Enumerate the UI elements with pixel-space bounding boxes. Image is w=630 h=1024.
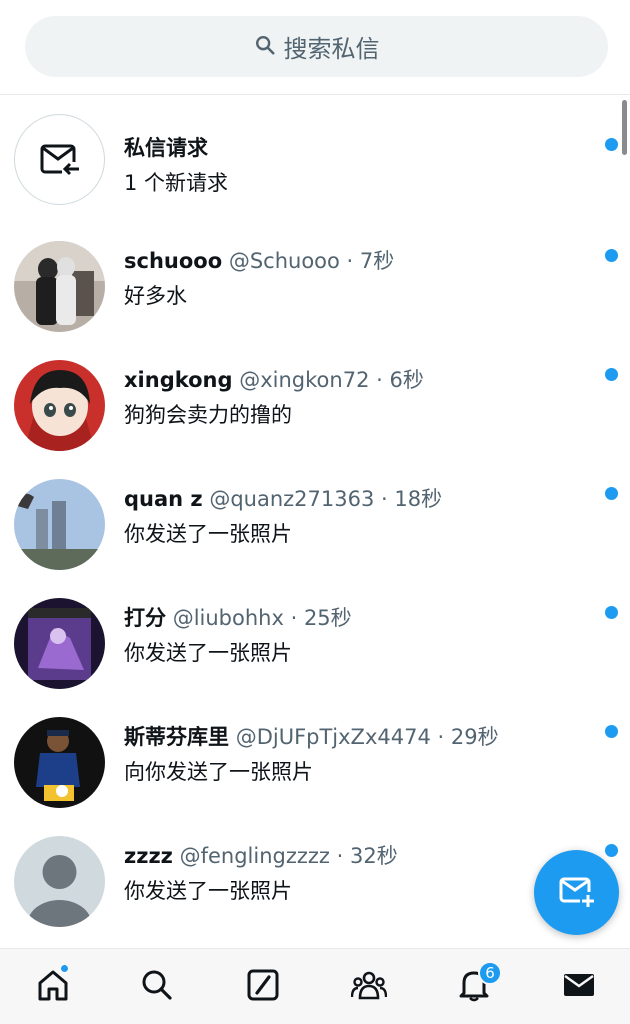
tab-explore[interactable] — [137, 967, 177, 1007]
sender-handle: @quanz271363 — [209, 487, 375, 511]
separator: · — [339, 249, 360, 273]
message-preview: 好多水 — [124, 284, 187, 308]
conversation-text: xingkong @xingkon72 · 6秒 狗狗会卖力的撸的 — [124, 364, 590, 429]
home-new-indicator — [60, 964, 69, 973]
timestamp: 32秒 — [349, 844, 398, 868]
avatar[interactable] — [14, 360, 105, 451]
avatar[interactable] — [14, 479, 105, 570]
request-subtitle: 1 个新请求 — [124, 171, 229, 195]
message-preview: 狗狗会卖力的撸的 — [124, 403, 292, 427]
separator: · — [283, 606, 304, 630]
tab-grok[interactable] — [243, 967, 283, 1007]
message-requests-row[interactable]: 私信请求 1 个新请求 — [0, 96, 630, 214]
search-input[interactable]: 搜索私信 — [25, 16, 608, 77]
sender-name: quan z — [124, 487, 203, 511]
timestamp: 7秒 — [359, 249, 395, 273]
separator: · — [369, 368, 390, 392]
conversation-row[interactable]: xingkong @xingkon72 · 6秒 狗狗会卖力的撸的 — [0, 356, 630, 474]
unread-indicator — [605, 138, 618, 151]
new-message-icon — [558, 872, 596, 914]
unread-indicator — [605, 606, 618, 619]
unread-indicator — [605, 844, 618, 857]
message-preview: 向你发送了一张照片 — [124, 760, 313, 784]
mail-request-icon — [14, 114, 105, 205]
search-header: 搜索私信 — [0, 0, 630, 95]
explore-icon — [139, 967, 175, 1007]
conversation-text: 打分 @liubohhx · 25秒 你发送了一张照片 — [124, 602, 590, 667]
sender-handle: @liubohhx — [172, 606, 284, 630]
bottom-tab-bar: 6 — [0, 948, 630, 1024]
sender-name: schuooo — [124, 249, 223, 273]
sender-handle: @Schuooo — [228, 249, 340, 273]
tab-messages[interactable] — [559, 967, 599, 1007]
message-preview: 你发送了一张照片 — [124, 522, 292, 546]
tab-home[interactable] — [33, 964, 73, 1007]
avatar[interactable] — [14, 241, 105, 332]
search-icon — [254, 34, 276, 60]
conversation-row[interactable]: quan z @quanz271363 · 18秒 你发送了一张照片 — [0, 475, 630, 593]
separator: · — [329, 844, 350, 868]
avatar[interactable] — [14, 598, 105, 689]
sender-name: xingkong — [124, 368, 233, 392]
conversation-row[interactable]: 打分 @liubohhx · 25秒 你发送了一张照片 — [0, 594, 630, 712]
tab-notifications[interactable]: 6 — [454, 961, 502, 1007]
request-text: 私信请求 1 个新请求 — [124, 132, 590, 197]
home-icon — [35, 967, 71, 1007]
unread-indicator — [605, 368, 618, 381]
sender-handle: @xingkon72 — [239, 368, 370, 392]
timestamp: 25秒 — [303, 606, 352, 630]
avatar[interactable] — [14, 717, 105, 808]
avatar[interactable] — [14, 836, 105, 927]
conversation-text: 斯蒂芬库里 @DjUFpTjxZx4474 · 29秒 向你发送了一张照片 — [124, 721, 590, 786]
sender-name: 斯蒂芬库里 — [124, 725, 229, 749]
sender-name: 打分 — [124, 606, 166, 630]
sender-handle: @DjUFpTjxZx4474 — [235, 725, 431, 749]
unread-indicator — [605, 487, 618, 500]
messages-icon — [561, 967, 597, 1007]
notification-badge: 6 — [478, 961, 502, 985]
sender-handle: @fenglingzzzz — [179, 844, 330, 868]
message-preview: 你发送了一张照片 — [124, 879, 292, 903]
communities-icon — [350, 967, 388, 1007]
new-message-button[interactable] — [534, 850, 619, 935]
tab-communities[interactable] — [349, 967, 389, 1007]
conversation-row[interactable]: 斯蒂芬库里 @DjUFpTjxZx4474 · 29秒 向你发送了一张照片 — [0, 713, 630, 831]
timestamp: 6秒 — [389, 368, 424, 392]
unread-indicator — [605, 725, 618, 738]
conversation-text: quan z @quanz271363 · 18秒 你发送了一张照片 — [124, 483, 590, 548]
timestamp: 18秒 — [394, 487, 443, 511]
conversation-text: schuooo @Schuooo · 7秒 好多水 — [124, 245, 590, 310]
unread-indicator — [605, 249, 618, 262]
separator: · — [374, 487, 395, 511]
search-placeholder: 搜索私信 — [283, 35, 380, 63]
conversation-text: zzzz @fenglingzzzz · 32秒 你发送了一张照片 — [124, 840, 590, 905]
request-title: 私信请求 — [124, 136, 208, 160]
message-preview: 你发送了一张照片 — [124, 641, 292, 665]
sender-name: zzzz — [124, 844, 173, 868]
separator: · — [430, 725, 451, 749]
grok-icon — [245, 967, 281, 1007]
timestamp: 29秒 — [450, 725, 499, 749]
conversation-row[interactable]: schuooo @Schuooo · 7秒 好多水 — [0, 237, 630, 355]
